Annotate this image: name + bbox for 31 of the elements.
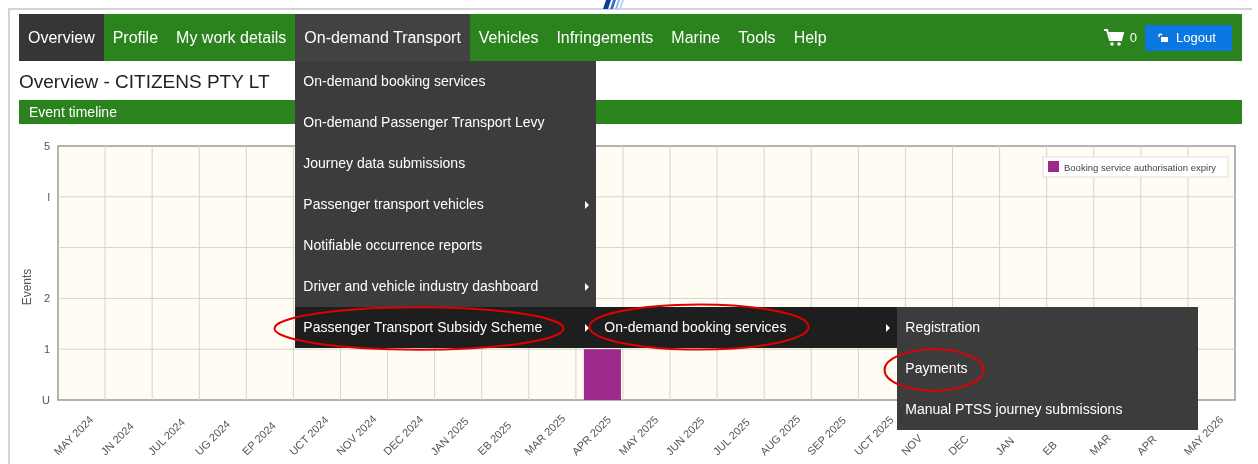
nav-tab[interactable]: Vehicles <box>469 14 548 61</box>
nav-tab[interactable]: Tools <box>729 14 785 61</box>
y-tick-label: 5 <box>43 140 50 152</box>
submenu-arrow-icon <box>886 323 891 332</box>
y-tick-label: 1 <box>43 343 50 356</box>
submenu-arrow-icon <box>585 323 590 332</box>
nav-tab[interactable]: On-demand Transport <box>295 14 470 61</box>
nav-tab[interactable]: Infringements <box>547 14 663 61</box>
x-tick-label: JAN <box>993 434 1017 458</box>
menu-item[interactable]: Passenger Transport Subsidy Scheme <box>295 307 597 348</box>
y-tick-label: U <box>42 394 50 406</box>
cart-count: 0 <box>1129 28 1137 47</box>
cart-icon[interactable] <box>1103 29 1124 46</box>
legend-label: Booking service authorisation expiry <box>1064 162 1217 173</box>
unlock-icon <box>1158 33 1168 42</box>
y-tick-label: l <box>47 190 50 203</box>
nav-tab[interactable]: Profile <box>103 14 168 61</box>
nav-tab[interactable]: My work details <box>167 14 296 61</box>
y-axis-title: Events <box>20 268 34 306</box>
logout-button[interactable]: Logout <box>1145 24 1232 51</box>
y-tick-label: 2 <box>43 292 50 305</box>
nav-tab[interactable]: Overview <box>19 14 104 61</box>
nav-tab[interactable]: Marine <box>662 14 730 61</box>
nav-tab[interactable]: Help <box>784 14 836 61</box>
logo-fragment-icon <box>600 0 626 9</box>
x-tick-label: EB <box>1040 438 1059 458</box>
submenu-arrow-icon <box>585 282 590 291</box>
submenu-arrow-icon <box>585 200 590 209</box>
menu-item[interactable]: On-demand booking services <box>596 307 898 348</box>
page-title: Overview - CITIZENS PTY LT <box>19 70 270 94</box>
chart-bar <box>583 349 621 400</box>
